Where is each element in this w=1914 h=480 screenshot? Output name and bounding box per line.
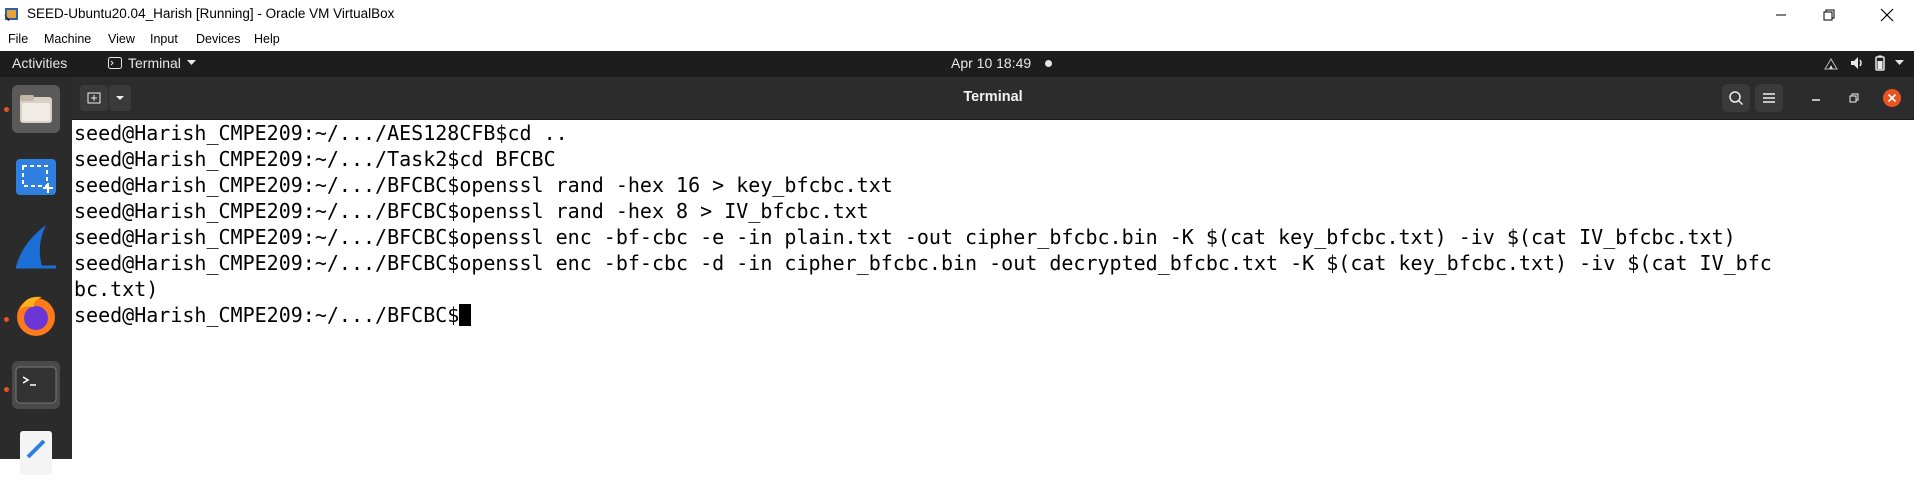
menu-machine[interactable]: Machine [44, 32, 91, 46]
dock-files[interactable] [12, 85, 60, 133]
dock-screenshot[interactable] [12, 153, 60, 201]
gnome-top-bar: Activities Terminal Apr 10 18:49 [0, 51, 1914, 77]
terminal-line: bc.txt) [74, 277, 159, 301]
menu-input[interactable]: Input [150, 32, 178, 46]
files-icon [20, 95, 52, 123]
text-cursor [459, 304, 472, 326]
clock-button[interactable]: Apr 10 18:49 [951, 55, 1053, 71]
search-button[interactable] [1722, 84, 1750, 112]
terminal-app-icon [108, 57, 122, 69]
host-menu-bar: File Machine View Input Devices Help [0, 29, 1914, 51]
menu-view[interactable]: View [108, 32, 135, 46]
dock [0, 77, 72, 475]
terminal-title: Terminal [963, 89, 1023, 105]
terminal-header-bar: Terminal [72, 77, 1914, 120]
system-menu-chevron-icon [1895, 60, 1904, 65]
dock-terminal[interactable] [12, 361, 60, 409]
close-icon [1883, 89, 1901, 107]
window-title: SEED-Ubuntu20.04_Harish [Running] - Orac… [27, 6, 395, 21]
restore-window-button[interactable] [1806, 0, 1852, 29]
app-menu-button[interactable]: Terminal [108, 55, 196, 71]
menu-file[interactable]: File [8, 32, 28, 46]
running-indicator [4, 317, 9, 322]
dock-firefox[interactable] [12, 291, 60, 339]
minimize-icon [1776, 14, 1786, 15]
screenshot-icon [16, 159, 56, 195]
chevron-down-icon [186, 60, 196, 65]
virtualbox-icon [4, 8, 18, 21]
terminal-output[interactable]: seed@Harish_CMPE209:~/.../AES128CFB$cd .… [72, 120, 1914, 459]
terminal-prompt-line[interactable]: seed@Harish_CMPE209:~/.../BFCBC$ [74, 302, 472, 328]
menu-help[interactable]: Help [254, 32, 280, 46]
terminal-prompt: seed@Harish_CMPE209:~/.../BFCBC$ [74, 303, 460, 327]
restore-icon [1849, 93, 1859, 103]
menu-devices[interactable]: Devices [196, 32, 240, 46]
terminal-line: seed@Harish_CMPE209:~/.../BFCBC$openssl … [74, 225, 1736, 249]
hamburger-menu-button[interactable] [1755, 84, 1783, 112]
minimize-icon [1812, 99, 1820, 101]
wireshark-icon [16, 225, 56, 269]
network-icon [1824, 58, 1838, 70]
restore-icon [1823, 9, 1835, 20]
hamburger-icon [1763, 93, 1775, 103]
terminal-line: seed@Harish_CMPE209:~/.../BFCBC$openssl … [74, 199, 869, 223]
dock-text-editor[interactable] [12, 427, 60, 475]
running-indicator [4, 107, 9, 112]
close-icon [1880, 8, 1894, 21]
notification-dot [1045, 59, 1053, 67]
host-title-bar: SEED-Ubuntu20.04_Harish [Running] - Orac… [0, 0, 1914, 29]
app-menu-label: Terminal [128, 55, 181, 71]
volume-icon [1851, 57, 1862, 69]
restore-terminal-button[interactable] [1840, 84, 1868, 112]
terminal-line: seed@Harish_CMPE209:~/.../BFCBC$openssl … [74, 251, 1772, 275]
terminal-line: seed@Harish_CMPE209:~/.../AES128CFB$cd .… [74, 121, 568, 145]
text-editor-icon [20, 431, 52, 475]
close-window-button[interactable] [1864, 0, 1910, 29]
minimize-window-button[interactable] [1758, 0, 1804, 29]
terminal-line: seed@Harish_CMPE209:~/.../Task2$cd BFCBC [74, 147, 556, 171]
terminal-line: seed@Harish_CMPE209:~/.../BFCBC$openssl … [74, 173, 893, 197]
minimize-terminal-button[interactable] [1802, 84, 1830, 112]
running-indicator [4, 387, 9, 392]
dock-wireshark[interactable] [12, 223, 60, 271]
activities-button[interactable]: Activities [12, 55, 67, 71]
battery-icon [1875, 55, 1885, 71]
terminal-icon [15, 366, 57, 404]
firefox-icon [17, 296, 55, 336]
search-icon [1729, 91, 1744, 106]
close-terminal-button[interactable] [1878, 84, 1906, 112]
clock-text: Apr 10 18:49 [951, 55, 1032, 71]
system-tray[interactable] [1823, 55, 1904, 71]
